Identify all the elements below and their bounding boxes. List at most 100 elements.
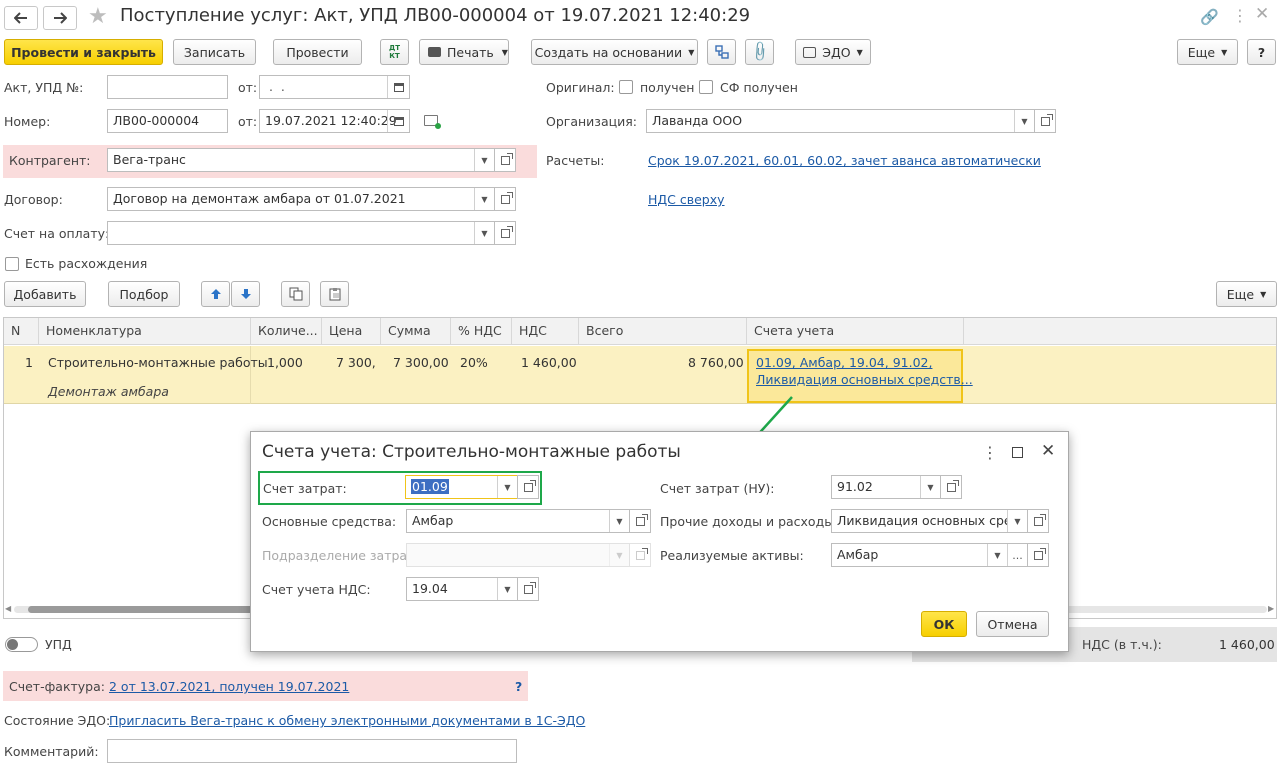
cost-account-input[interactable]: 01.09 ▼ [405, 475, 518, 499]
cost-account-nu-input[interactable]: 91.02 ▼ [831, 475, 941, 499]
organization-input[interactable]: Лаванда ООО ▼ [646, 109, 1035, 133]
col-header-nomenclature[interactable]: Номенклатура [39, 318, 251, 345]
menu-dots-icon[interactable]: ⋮ [1232, 6, 1248, 25]
dropdown-button[interactable]: ▼ [920, 476, 940, 498]
col-header-quantity[interactable]: Количе... [251, 318, 322, 345]
dropdown-button[interactable]: ▼ [497, 578, 517, 600]
scroll-right-icon[interactable]: ▶ [1268, 604, 1274, 613]
open-vat-account-button[interactable] [517, 577, 539, 601]
help-button[interactable]: ? [1247, 39, 1276, 65]
vat-on-top-link[interactable]: НДС сверху [648, 192, 725, 207]
create-based-button[interactable]: Создать на основании ▼ [531, 39, 698, 65]
select-button[interactable]: Подбор [108, 281, 180, 307]
dropdown-button[interactable]: ▼ [987, 544, 1007, 566]
act-number-input[interactable] [107, 75, 228, 99]
col-header-vat[interactable]: НДС [512, 318, 579, 345]
contract-input[interactable]: Договор на демонтаж амбара от 01.07.2021… [107, 187, 495, 211]
act-date-placeholder: . . [265, 79, 285, 94]
date-input[interactable]: 19.07.2021 12:40:29 [259, 109, 410, 133]
open-icon [500, 225, 513, 238]
add-button[interactable]: Добавить [4, 281, 86, 307]
col-header-price[interactable]: Цена [322, 318, 381, 345]
print-button[interactable]: Печать ▼ [419, 39, 509, 65]
col-header-sum[interactable]: Сумма [381, 318, 451, 345]
history-icon[interactable] [424, 115, 441, 129]
open-fixed-assets-button[interactable] [629, 509, 651, 533]
settlements-link[interactable]: Срок 19.07.2021, 60.01, 60.02, зачет ава… [648, 153, 1041, 168]
post-and-close-button[interactable]: Провести и закрыть [4, 39, 163, 65]
fixed-assets-input[interactable]: Амбар ▼ [406, 509, 630, 533]
other-income-input[interactable]: Ликвидация основных средств ▼ [831, 509, 1028, 533]
open-cost-account-nu-button[interactable] [940, 475, 962, 499]
calendar-button[interactable] [387, 110, 409, 132]
dropdown-button[interactable]: ▼ [474, 222, 494, 244]
col-header-accounts[interactable]: Счета учета [747, 318, 964, 345]
vat-incl-value: 1 460,00 [1219, 637, 1275, 652]
col-header-total[interactable]: Всего [579, 318, 747, 345]
dialog-menu-dots-icon[interactable]: ⋮ [982, 443, 998, 462]
open-sold-assets-button[interactable] [1027, 543, 1049, 567]
ellipsis-button[interactable]: ... [1007, 544, 1027, 566]
move-up-button[interactable] [201, 281, 230, 307]
dropdown-button[interactable]: ▼ [474, 149, 494, 171]
col-header-n[interactable]: N [4, 318, 39, 345]
back-button[interactable] [4, 6, 38, 30]
dropdown-button[interactable]: ▼ [1014, 110, 1034, 132]
upd-toggle[interactable] [5, 637, 38, 652]
move-down-button[interactable] [231, 281, 260, 307]
settlements-label: Расчеты: [546, 153, 605, 168]
edo-invite-link[interactable]: Пригласить Вега-транс к обмену электронн… [109, 713, 585, 728]
row-accounts-link-line2[interactable]: Ликвидация основных средств... [756, 372, 973, 387]
col-header-vat-rate[interactable]: % НДС [451, 318, 512, 345]
dropdown-button[interactable]: ▼ [609, 510, 629, 532]
act-date-input[interactable]: . . [259, 75, 410, 99]
row-accounts-link-line1[interactable]: 01.09, Амбар, 19.04, 91.02, [756, 355, 932, 370]
received-checkbox[interactable] [619, 80, 633, 94]
edo-icon [803, 46, 817, 58]
contractor-input[interactable]: Вега-транс ▼ [107, 148, 495, 172]
vat-account-input[interactable]: 19.04 ▼ [406, 577, 518, 601]
calendar-button[interactable] [387, 76, 409, 98]
more-button[interactable]: Еще ▼ [1177, 39, 1238, 65]
invoice-for-payment-input[interactable]: ▼ [107, 221, 495, 245]
post-button[interactable]: Провести [273, 39, 362, 65]
paste-row-button[interactable] [320, 281, 349, 307]
dialog-close-icon[interactable]: ✕ [1041, 441, 1055, 461]
edo-button[interactable]: ЭДО ▼ [795, 39, 871, 65]
dropdown-button[interactable]: ▼ [474, 188, 494, 210]
dialog-maximize-icon[interactable] [1012, 447, 1023, 458]
window-title: Поступление услуг: Акт, УПД ЛВ00-000004 … [120, 5, 751, 26]
open-other-income-button[interactable] [1027, 509, 1049, 533]
open-contractor-button[interactable] [494, 148, 516, 172]
forward-button[interactable] [43, 6, 77, 30]
open-cost-account-button[interactable] [517, 475, 539, 499]
number-input[interactable]: ЛВ00-000004 [107, 109, 228, 133]
sf-received-checkbox[interactable] [699, 80, 713, 94]
scroll-left-icon[interactable]: ◀ [5, 604, 11, 613]
invoice-help-icon[interactable]: ? [515, 679, 522, 694]
table-more-button[interactable]: Еще ▼ [1216, 281, 1277, 307]
save-button[interactable]: Записать [173, 39, 256, 65]
ok-button[interactable]: ОК [921, 611, 967, 637]
favorite-star-icon[interactable]: ★ [88, 4, 108, 30]
sold-assets-input[interactable]: Амбар ▼ ... [831, 543, 1028, 567]
open-organization-button[interactable] [1034, 109, 1056, 133]
invoice-link[interactable]: 2 от 13.07.2021, получен 19.07.2021 [109, 679, 349, 694]
open-contract-button[interactable] [494, 187, 516, 211]
cancel-button[interactable]: Отмена [976, 611, 1049, 637]
dtkt-button[interactable]: ДТ КТ [380, 39, 409, 65]
open-invoice-button[interactable] [494, 221, 516, 245]
scrollbar-thumb[interactable] [28, 606, 268, 613]
attach-button[interactable]: 📎 [745, 39, 774, 65]
structure-button[interactable] [707, 39, 736, 65]
link-icon[interactable]: 🔗 [1200, 8, 1219, 26]
dropdown-button[interactable]: ▼ [1007, 510, 1027, 532]
copy-row-button[interactable] [281, 281, 310, 307]
comment-input[interactable] [107, 739, 517, 763]
dropdown-button[interactable]: ▼ [497, 476, 517, 498]
open-icon [500, 191, 513, 204]
contractor-label: Контрагент: [9, 153, 91, 168]
close-window-icon[interactable]: ✕ [1255, 4, 1269, 24]
discrepancy-checkbox[interactable] [5, 257, 19, 271]
open-icon [635, 547, 648, 560]
